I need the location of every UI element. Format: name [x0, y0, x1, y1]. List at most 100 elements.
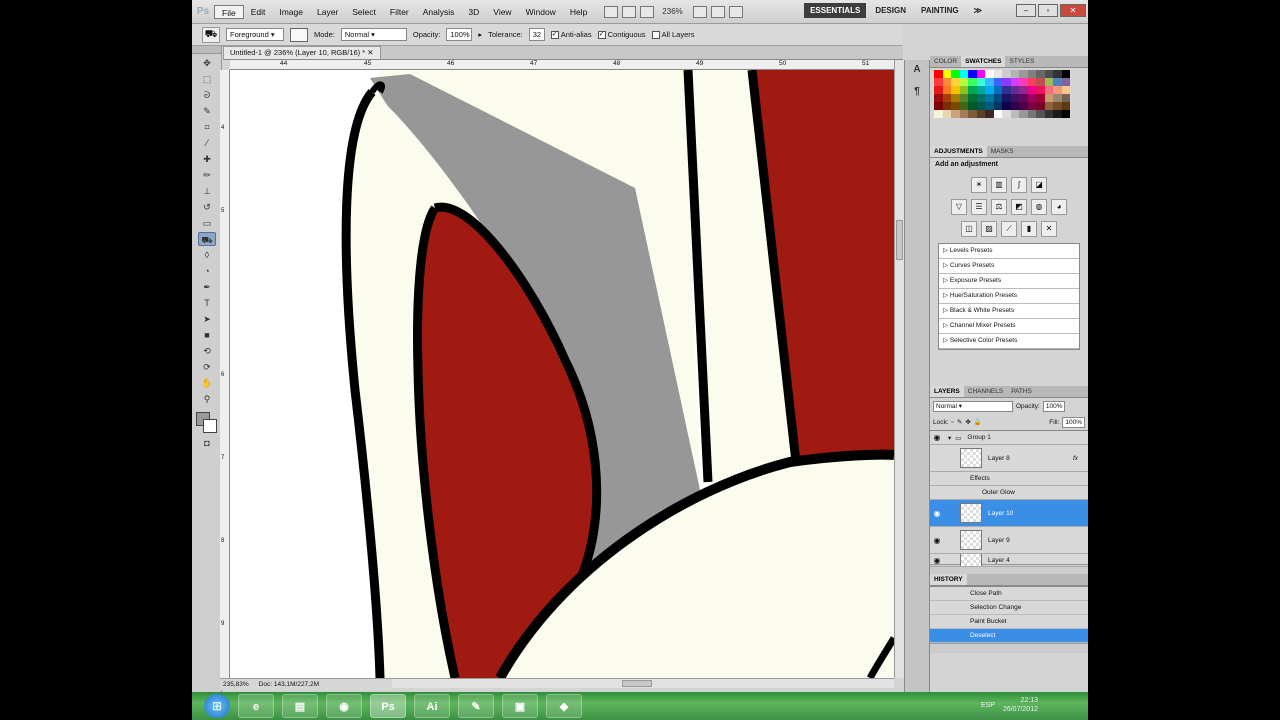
blur-tool-icon[interactable]: ◊: [198, 248, 216, 262]
color-swatch[interactable]: [1061, 70, 1070, 78]
color-swatch[interactable]: [1010, 110, 1019, 118]
color-swatch[interactable]: [1002, 86, 1011, 94]
color-swatch[interactable]: [951, 70, 960, 78]
color-swatch[interactable]: [1002, 94, 1011, 102]
color-swatch[interactable]: [942, 86, 951, 94]
color-swatch[interactable]: [1027, 94, 1036, 102]
color-swatch[interactable]: [1027, 78, 1036, 86]
taskbar-app-photoshop[interactable]: Ps: [370, 694, 406, 718]
color-swatch[interactable]: [951, 110, 960, 118]
color-swatch[interactable]: [951, 78, 960, 86]
color-swatch[interactable]: [1053, 110, 1062, 118]
paint-bucket-tool-icon[interactable]: ⛟: [198, 232, 216, 246]
extras-icon[interactable]: [692, 5, 707, 18]
color-swatch[interactable]: [1027, 110, 1036, 118]
color-swatch[interactable]: [1019, 94, 1028, 102]
tab-color[interactable]: COLOR: [930, 56, 961, 67]
paint-bucket-tool-preset-icon[interactable]: ⛟: [202, 26, 220, 43]
layer-row-selected[interactable]: ◉ Layer 10: [930, 500, 1088, 527]
lock-position-icon[interactable]: ✥: [965, 418, 970, 426]
color-swatch[interactable]: [993, 78, 1002, 86]
quick-mask-icon[interactable]: ◘: [198, 436, 216, 450]
color-swatch[interactable]: [934, 110, 943, 118]
antialias-checkbox[interactable]: ✓ Anti-alias: [550, 30, 592, 39]
visibility-eye-icon[interactable]: ◉: [930, 433, 944, 442]
tab-masks[interactable]: MASKS: [987, 146, 1018, 157]
preset-channel-mixer[interactable]: Channel Mixer Presets: [939, 319, 1079, 334]
taskbar-app-other[interactable]: ◆: [546, 694, 582, 718]
color-swatch[interactable]: [1027, 102, 1036, 110]
workspace-painting[interactable]: PAINTING: [915, 3, 965, 18]
taskbar-app-window[interactable]: ▣: [502, 694, 538, 718]
color-swatch[interactable]: [959, 94, 968, 102]
brush-tool-icon[interactable]: ✏: [198, 168, 216, 182]
color-picker-swatches[interactable]: [196, 412, 218, 434]
workspace-more-button[interactable]: ≫: [968, 3, 988, 18]
horizontal-scroll-thumb[interactable]: [622, 680, 652, 687]
mode-select[interactable]: Normal ▾: [340, 28, 407, 41]
color-swatch[interactable]: [959, 110, 968, 118]
preset-exposure[interactable]: Exposure Presets: [939, 274, 1079, 289]
layer-effect-outer-glow[interactable]: Outer Glow: [930, 486, 1088, 500]
taskbar-app-ie[interactable]: e: [238, 694, 274, 718]
arrange-documents-icon[interactable]: [710, 5, 725, 18]
color-swatch[interactable]: [1044, 86, 1053, 94]
history-item[interactable]: Close Path: [930, 587, 1088, 601]
color-swatch[interactable]: [1061, 102, 1070, 110]
tab-adjustments[interactable]: ADJUSTMENTS: [930, 146, 987, 157]
visibility-eye-icon[interactable]: ◉: [930, 556, 944, 565]
layer-row[interactable]: ◉ Layer 4: [930, 554, 1088, 567]
color-swatch[interactable]: [959, 86, 968, 94]
color-balance-icon[interactable]: ⚖: [991, 199, 1007, 215]
color-swatch[interactable]: [1002, 78, 1011, 86]
channel-mixer-icon[interactable]: ◕: [1051, 199, 1067, 215]
gradient-map-icon[interactable]: ▮: [1021, 221, 1037, 237]
horizontal-ruler[interactable]: 44 45 46 47 48 49 50 51: [230, 60, 894, 70]
tab-channels[interactable]: CHANNELS: [964, 386, 1007, 397]
color-swatch[interactable]: [959, 102, 968, 110]
history-item[interactable]: Paint Bucket: [930, 615, 1088, 629]
menu-view[interactable]: View: [486, 5, 518, 19]
color-swatch[interactable]: [1002, 70, 1011, 78]
background-color-swatch[interactable]: [203, 419, 217, 433]
history-item[interactable]: Selection Change: [930, 601, 1088, 615]
fill-source-select[interactable]: Foreground ▾: [226, 28, 284, 41]
tab-paths[interactable]: PATHS: [1007, 386, 1036, 397]
document-size-status[interactable]: Doc: 143,1M/227,2M: [259, 679, 319, 690]
zoom-tool-icon[interactable]: ⚲: [198, 392, 216, 406]
zoom-level[interactable]: 236%: [662, 7, 682, 16]
preset-selective-color[interactable]: Selective Color Presets: [939, 334, 1079, 349]
color-swatch[interactable]: [1053, 86, 1062, 94]
type-tool-icon[interactable]: T: [198, 296, 216, 310]
menu-help[interactable]: Help: [563, 5, 594, 19]
visibility-eye-icon[interactable]: ◉: [930, 509, 944, 518]
color-swatch[interactable]: [993, 110, 1002, 118]
fx-icon[interactable]: fx: [1073, 455, 1078, 462]
marquee-tool-icon[interactable]: ⬚: [198, 72, 216, 86]
color-swatch[interactable]: [1036, 110, 1045, 118]
color-swatch[interactable]: [934, 102, 943, 110]
color-swatch[interactable]: [1010, 94, 1019, 102]
color-swatch[interactable]: [1044, 94, 1053, 102]
menu-analysis[interactable]: Analysis: [416, 5, 462, 19]
color-swatch[interactable]: [985, 110, 994, 118]
3d-orbit-tool-icon[interactable]: ⟳: [198, 360, 216, 374]
workspace-essentials[interactable]: ESSENTIALS: [804, 3, 867, 18]
expand-triangle-icon[interactable]: ▾: [948, 434, 951, 442]
document-tab[interactable]: Untitled-1 @ 236% (Layer 10, RGB/16) * ✕: [223, 46, 381, 59]
color-swatch[interactable]: [934, 78, 943, 86]
maximize-button[interactable]: ▫: [1038, 4, 1058, 17]
menu-window[interactable]: Window: [519, 5, 563, 19]
preset-curves[interactable]: Curves Presets: [939, 259, 1079, 274]
canvas-vertical-scrollbar[interactable]: [894, 60, 904, 678]
color-swatch[interactable]: [1036, 94, 1045, 102]
layer-row[interactable]: ◉ Layer 9: [930, 527, 1088, 554]
taskbar-app-paint[interactable]: ✎: [458, 694, 494, 718]
lock-transparent-icon[interactable]: ▫: [952, 419, 954, 426]
color-swatch[interactable]: [934, 94, 943, 102]
minibridge-icon[interactable]: [622, 5, 637, 18]
3d-rotate-tool-icon[interactable]: ⟲: [198, 344, 216, 358]
healing-brush-tool-icon[interactable]: ✚: [198, 152, 216, 166]
color-swatch[interactable]: [1044, 70, 1053, 78]
color-swatch[interactable]: [968, 78, 977, 86]
